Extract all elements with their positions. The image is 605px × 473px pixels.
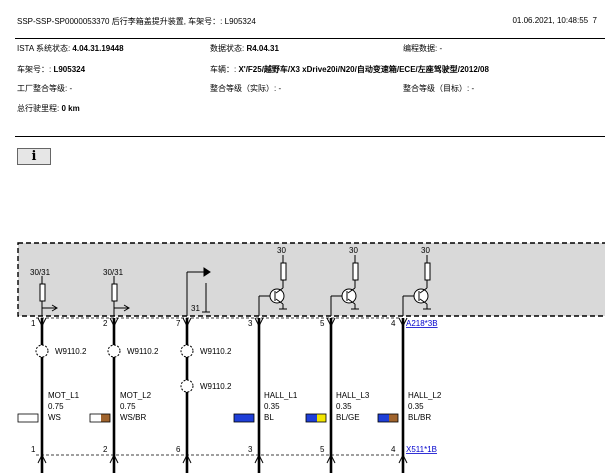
swatch-1-secondary — [29, 414, 38, 422]
wire-label-1: MOT_L1 0.75 WS — [48, 391, 80, 422]
pin-top-2: 2 — [103, 319, 108, 328]
wire-name-5: HALL_L2 — [408, 391, 442, 400]
wire-size-1: 0.75 — [48, 402, 64, 411]
supply-label-3: 30 — [277, 246, 286, 255]
pin-bottom-6: 4 — [391, 445, 396, 454]
pin-bottom-3: 6 — [176, 445, 181, 454]
swatch-3-primary — [234, 414, 245, 422]
wire-name-2: MOT_L2 — [120, 391, 152, 400]
wire-color-3: BL — [264, 413, 274, 422]
supply-label-1: 30/31 — [30, 268, 51, 277]
wire-name-4: HALL_L3 — [336, 391, 370, 400]
connector-a218-link[interactable]: A218*3B — [406, 319, 438, 328]
connector-x511-link[interactable]: X511*1B — [406, 445, 437, 454]
pin-ticks-bottom — [37, 454, 408, 464]
wire-color-4: BL/GE — [336, 413, 360, 422]
wire-size-4: 0.35 — [336, 402, 352, 411]
wiring-diagram: 30/31 30/31 30 30 30 31 1 2 7 3 5 4 A218… — [17, 242, 605, 473]
pin-bottom-2: 2 — [103, 445, 108, 454]
wire-name-3: HALL_L1 — [264, 391, 298, 400]
supply-label-5: 30 — [421, 246, 430, 255]
control-module-box — [17, 242, 605, 317]
pin-bottom-4: 3 — [248, 445, 253, 454]
wire-color-5: BL/BR — [408, 413, 431, 422]
wire-name-1: MOT_L1 — [48, 391, 80, 400]
pin-top-4: 3 — [248, 319, 253, 328]
supply-label-4: 30 — [349, 246, 358, 255]
swatch-5-primary — [378, 414, 389, 422]
wire-size-3: 0.35 — [264, 402, 280, 411]
wire-label-4: HALL_L3 0.35 BL/GE — [336, 391, 370, 422]
wire-label-2: MOT_L2 0.75 WS/BR — [120, 391, 152, 422]
splice-label-2: W9110.2 — [127, 347, 159, 356]
pin-top-3: 7 — [176, 319, 181, 328]
splice-label-1: W9110.2 — [55, 347, 87, 356]
wire-color-2: WS/BR — [120, 413, 146, 422]
swatch-3-secondary — [245, 414, 254, 422]
swatch-1-primary — [18, 414, 29, 422]
ground-label: 31 — [191, 304, 200, 313]
splice-label-3: W9110.2 — [200, 347, 232, 356]
wire-size-5: 0.35 — [408, 402, 424, 411]
swatch-2-secondary — [101, 414, 110, 422]
wire-size-2: 0.75 — [120, 402, 136, 411]
swatch-4-primary — [306, 414, 317, 422]
pin-bottom-1: 1 — [31, 445, 36, 454]
swatch-4-secondary — [317, 414, 326, 422]
wire-label-3: HALL_L1 0.35 BL — [264, 391, 298, 422]
pin-top-5: 5 — [320, 319, 325, 328]
pin-top-1: 1 — [31, 319, 36, 328]
swatch-2-primary — [90, 414, 101, 422]
splice-label-4: W9110.2 — [200, 382, 232, 391]
pin-bottom-5: 5 — [320, 445, 325, 454]
supply-label-2: 30/31 — [103, 268, 124, 277]
pin-ticks — [37, 317, 408, 327]
wire-color-1: WS — [48, 413, 61, 422]
pin-top-6: 4 — [391, 319, 396, 328]
swatch-5-secondary — [389, 414, 398, 422]
wire-label-5: HALL_L2 0.35 BL/BR — [408, 391, 442, 422]
